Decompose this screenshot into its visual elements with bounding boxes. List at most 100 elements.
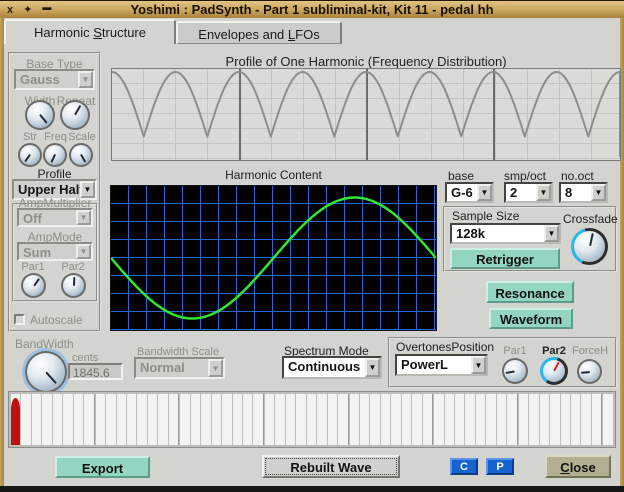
harmonic-slider[interactable] [96,394,105,445]
window-close-icon[interactable]: x [7,2,13,18]
harmonic-slider[interactable] [222,394,231,445]
harmonic-slider[interactable] [540,394,549,445]
harmonic-slider[interactable] [402,394,411,445]
retrigger-button[interactable]: Retrigger [450,248,560,269]
tab-harmonic-structure[interactable]: Harmonic Structure [4,19,176,44]
harmonic-slider[interactable] [117,394,126,445]
yoshimi-padsynth-window: x ✦ ▬ Yoshimi : PadSynth - Part 1 sublim… [0,0,624,492]
harmonic-slider[interactable] [571,394,580,445]
harmonic-slider[interactable] [296,394,305,445]
harmonic-slider[interactable] [381,394,390,445]
freq-knob[interactable] [43,143,67,167]
chevron-down-icon: ▼ [471,356,486,374]
harmonic-slider[interactable] [158,394,167,445]
waveform-button[interactable]: Waveform [489,308,573,329]
harmonic-slider[interactable] [434,394,443,445]
harmonic-wave [111,186,436,330]
amp-mode-select[interactable]: Sum ▼ [17,242,93,261]
harmonic-slider[interactable] [21,394,30,445]
harmonic-slider[interactable] [476,394,485,445]
window-sticky-icon[interactable]: ✦ [23,2,32,18]
harmonic-slider[interactable] [63,394,72,445]
harmonic-slider[interactable] [445,394,454,445]
harmonic-slider[interactable] [423,394,433,445]
str-knob[interactable] [18,143,42,167]
overtones-par1-knob[interactable] [502,358,528,384]
harmonic-slider[interactable] [350,394,359,445]
samples-per-octave-select[interactable]: 2 ▼ [504,182,553,203]
harmonic-slider[interactable] [486,394,495,445]
bandwidth-scale-select[interactable]: Normal ▼ [134,357,225,379]
overtones-forceh-knob[interactable] [577,359,602,384]
bandwidth-knob[interactable] [25,351,67,393]
repeat-knob[interactable] [60,100,90,130]
harmonic-slider[interactable] [191,394,200,445]
width-knob[interactable] [25,100,55,130]
harmonic-slider[interactable] [465,394,474,445]
harmonic-slider[interactable] [519,394,528,445]
harmonic-slider[interactable] [412,394,421,445]
harmonic-slider[interactable] [360,394,369,445]
harmonic-slider[interactable] [127,394,136,445]
crossfade-knob[interactable] [571,228,608,265]
paste-button[interactable]: P [486,458,514,475]
harmonic-slider[interactable] [212,394,221,445]
copy-button[interactable]: C [450,458,478,475]
harmonic-slider[interactable] [370,394,379,445]
scale-knob[interactable] [69,143,93,167]
harmonic-slider[interactable] [265,394,274,445]
harmonic-slider[interactable] [338,394,348,445]
harmonic-slider[interactable] [169,394,179,445]
harmonic-slider[interactable] [307,394,316,445]
overtones-position-label: OvertonesPosition [396,340,494,354]
harmonic-slider[interactable] [455,394,464,445]
harmonic-slider[interactable] [42,394,51,445]
harmonic-slider[interactable] [550,394,559,445]
harmonic-slider[interactable] [137,394,146,445]
harmonic-slider[interactable] [561,394,570,445]
amp-par1-knob[interactable] [21,273,46,298]
amp-multiplier-select[interactable]: Off ▼ [17,208,93,227]
resonance-button[interactable]: Resonance [486,281,574,303]
base-note-select[interactable]: G-6 ▼ [445,182,494,203]
overtones-position-select[interactable]: PowerL ▼ [395,354,488,376]
base-type-select[interactable]: Gauss ▼ [14,69,95,90]
window-shade-icon[interactable]: ▬ [42,0,51,15]
number-of-octaves-select[interactable]: 8 ▼ [559,182,608,203]
harmonic-slider[interactable] [201,394,210,445]
harmonic-slider[interactable] [148,394,157,445]
harmonic-slider[interactable] [243,394,252,445]
close-label-accel: C [560,460,569,475]
tab-envelopes-lfos[interactable]: Envelopes and LFOs [176,21,342,44]
harmonic-slider[interactable] [74,394,83,445]
harmonic-slider[interactable] [233,394,242,445]
harmonic-slider[interactable] [275,394,284,445]
harmonic-slider[interactable] [32,394,41,445]
cents-field[interactable]: 1845.6 [68,363,123,380]
harmonic-slider[interactable] [603,394,612,445]
autoscale-checkbox[interactable] [14,314,25,325]
harmonic-slider[interactable] [391,394,400,445]
harmonic-slider[interactable] [529,394,538,445]
harmonic-slider[interactable] [180,394,189,445]
export-button[interactable]: Export [55,456,150,478]
harmonic-slider[interactable] [84,394,94,445]
close-button[interactable]: Close [545,455,611,478]
sample-size-select[interactable]: 128k ▼ [450,223,561,244]
harmonic-slider[interactable] [317,394,326,445]
amp-par2-knob[interactable] [61,273,86,298]
autoscale-label: Autoscale [30,313,83,327]
harmonic-slider[interactable] [286,394,295,445]
harmonic-slider[interactable] [507,394,517,445]
harmonic-slider[interactable] [253,394,263,445]
rebuilt-wave-button[interactable]: Rebuilt Wave [262,455,400,478]
harmonic-slider[interactable] [497,394,506,445]
harmonic-slider[interactable] [328,394,337,445]
spectrum-mode-select[interactable]: Continuous ▼ [282,356,382,379]
harmonic-slider[interactable] [592,394,602,445]
harmonic-slider[interactable] [581,394,590,445]
harmonic-slider[interactable] [53,394,62,445]
harmonic-slider[interactable] [11,394,20,445]
overtones-par2-knob[interactable] [540,357,568,385]
harmonic-slider[interactable] [106,394,115,445]
